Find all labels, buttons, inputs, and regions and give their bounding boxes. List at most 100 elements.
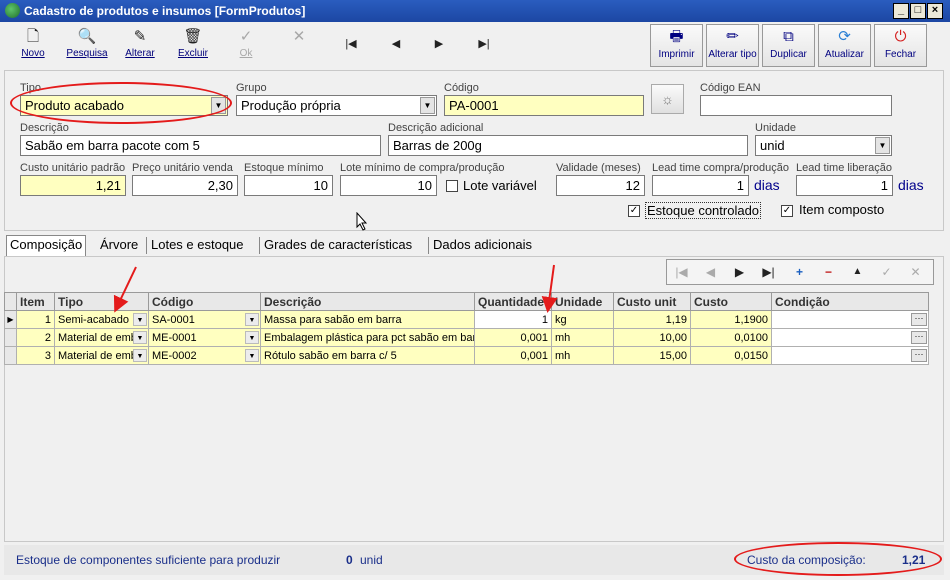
cell-custo-unit[interactable]: 15,00	[613, 346, 691, 365]
cell-unidade[interactable]: mh	[551, 346, 614, 365]
last-record-button[interactable]: ▶|	[474, 34, 494, 54]
column-header-condicao[interactable]: Condição	[771, 292, 929, 311]
grid-next-button[interactable]: ▶	[725, 260, 754, 284]
validade-input[interactable]: 12	[556, 175, 645, 196]
column-header-custo[interactable]: Custo	[690, 292, 772, 311]
ean-generate-button[interactable]: ☼	[651, 84, 684, 114]
column-header-descricao[interactable]: Descrição	[260, 292, 475, 311]
grid-last-button[interactable]: ▶|	[754, 260, 783, 284]
chevron-down-icon[interactable]: ▼	[875, 137, 890, 154]
refresh-button[interactable]: ⟳ Atualizar	[818, 24, 871, 67]
column-header-custo-unit[interactable]: Custo unit	[613, 292, 691, 311]
lote-variavel-checkbox[interactable]	[446, 180, 458, 192]
ellipsis-button[interactable]: ···	[911, 331, 927, 344]
row-indicator	[4, 346, 17, 365]
previous-record-button[interactable]: ◀	[386, 34, 406, 54]
grid-prior-button[interactable]: ◀	[696, 260, 725, 284]
cell-item[interactable]: 3	[16, 346, 55, 365]
cell-descricao[interactable]: Rótulo sabão em barra c/ 5	[260, 346, 475, 365]
chevron-down-icon[interactable]: ▼	[245, 313, 259, 326]
codigo-input[interactable]: PA-0001	[444, 95, 644, 116]
cell-tipo[interactable]: Semi-acabado ▼	[54, 310, 149, 329]
cell-condicao[interactable]: ···	[771, 310, 929, 329]
column-header-unidade[interactable]: Unidade	[551, 292, 614, 311]
chevron-down-icon[interactable]: ▼	[133, 313, 147, 326]
first-record-button[interactable]: |◀	[341, 34, 361, 54]
cell-custo-unit[interactable]: 10,00	[613, 328, 691, 347]
cell-custo[interactable]: 1,1900	[690, 310, 772, 329]
grupo-select[interactable]: Produção própria ▼	[236, 95, 437, 116]
cell-tipo[interactable]: Material de emb ▼	[54, 328, 149, 347]
ellipsis-button[interactable]: ···	[911, 313, 927, 326]
cell-quantidade[interactable]: 0,001	[474, 328, 552, 347]
cell-item[interactable]: 2	[16, 328, 55, 347]
tab-lotes-estoque[interactable]: Lotes e estoque	[151, 237, 244, 252]
table-row[interactable]: ▶ 1 Semi-acabado ▼ SA-0001 ▼ Massa para sa…	[4, 310, 929, 329]
close-button[interactable]: ×	[927, 3, 943, 19]
grid-post-button[interactable]: ✓	[872, 260, 901, 284]
cell-custo[interactable]: 0,0100	[690, 328, 772, 347]
table-row[interactable]: 3 Material de emb ▼ ME-0002 ▼ Rótulo sabão…	[4, 346, 929, 365]
grid-cancel-button[interactable]: ✕	[901, 260, 930, 284]
cell-codigo[interactable]: SA-0001 ▼	[148, 310, 261, 329]
preco-input[interactable]: 2,30	[132, 175, 238, 196]
cell-descricao[interactable]: Massa para sabão em barra	[260, 310, 475, 329]
grid-move-up-button[interactable]: ▲	[843, 260, 872, 284]
cell-quantidade[interactable]: 1	[474, 310, 552, 329]
descricao-input[interactable]: Sabão em barra pacote com 5	[20, 135, 381, 156]
cell-unidade[interactable]: mh	[551, 328, 614, 347]
ellipsis-button[interactable]: ···	[911, 349, 927, 362]
cell-custo-unit[interactable]: 1,19	[613, 310, 691, 329]
chevron-down-icon[interactable]: ▼	[420, 97, 435, 114]
duplicate-button[interactable]: ⧉ Duplicar	[762, 24, 815, 67]
chevron-down-icon[interactable]: ▼	[133, 349, 147, 362]
delete-button[interactable]: 🗑 Excluir	[168, 26, 218, 66]
cell-codigo[interactable]: ME-0001 ▼	[148, 328, 261, 347]
tab-grades[interactable]: Grades de características	[264, 237, 412, 252]
next-record-button[interactable]: ▶	[429, 34, 449, 54]
grid-delete-button[interactable]: −	[814, 260, 843, 284]
lead-liberacao-input[interactable]: 1	[796, 175, 893, 196]
unidade-select[interactable]: unid ▼	[755, 135, 892, 156]
column-header-item[interactable]: Item	[16, 292, 55, 311]
search-button[interactable]: 🔍 Pesquisa	[62, 26, 112, 66]
cancel-button[interactable]: ✕	[274, 26, 324, 66]
edit-button[interactable]: ✎ Alterar	[115, 26, 165, 66]
chevron-down-icon[interactable]: ▼	[245, 331, 259, 344]
lote-minimo-input[interactable]: 10	[340, 175, 437, 196]
estoque-minimo-input[interactable]: 10	[244, 175, 333, 196]
estoque-controlado-checkbox[interactable]: ✓	[628, 205, 640, 217]
cell-condicao[interactable]: ···	[771, 328, 929, 347]
maximize-button[interactable]: □	[910, 3, 926, 19]
chevron-down-icon[interactable]: ▼	[133, 331, 147, 344]
print-button[interactable]: 🖶 Imprimir	[650, 24, 703, 67]
grid-insert-button[interactable]: +	[785, 260, 814, 284]
minimize-button[interactable]: _	[893, 3, 909, 19]
column-header-quantidade[interactable]: Quantidade	[474, 292, 552, 311]
column-header-codigo[interactable]: Código	[148, 292, 261, 311]
lead-compra-input[interactable]: 1	[652, 175, 749, 196]
close-form-button[interactable]: ⏻ Fechar	[874, 24, 927, 67]
ean-input[interactable]	[700, 95, 892, 116]
ok-button[interactable]: ✓ Ok	[221, 26, 271, 66]
column-header-tipo[interactable]: Tipo	[54, 292, 149, 311]
tab-arvore[interactable]: Árvore	[100, 237, 138, 252]
descricao-adicional-input[interactable]: Barras de 200g	[388, 135, 748, 156]
custo-input[interactable]: 1,21	[20, 175, 126, 196]
cell-custo[interactable]: 0,0150	[690, 346, 772, 365]
tab-dados-adicionais[interactable]: Dados adicionais	[433, 237, 532, 252]
new-button[interactable]: 🗋 Novo	[8, 26, 58, 66]
change-type-button[interactable]: ✏ Alterar tipo	[706, 24, 759, 67]
chevron-down-icon[interactable]: ▼	[245, 349, 259, 362]
cell-descricao[interactable]: Embalagem plástica para pct sabão em bar…	[260, 328, 475, 347]
cell-codigo[interactable]: ME-0002 ▼	[148, 346, 261, 365]
table-row[interactable]: 2 Material de emb ▼ ME-0001 ▼ Embalagem pl…	[4, 328, 929, 347]
cell-quantidade[interactable]: 0,001	[474, 346, 552, 365]
item-composto-checkbox[interactable]: ✓	[781, 205, 793, 217]
cell-condicao[interactable]: ···	[771, 346, 929, 365]
cell-unidade[interactable]: kg	[551, 310, 614, 329]
cell-tipo[interactable]: Material de emb ▼	[54, 346, 149, 365]
cell-item[interactable]: 1	[16, 310, 55, 329]
grid-first-button[interactable]: |◀	[667, 260, 696, 284]
tab-composicao[interactable]: Composição	[6, 235, 87, 256]
